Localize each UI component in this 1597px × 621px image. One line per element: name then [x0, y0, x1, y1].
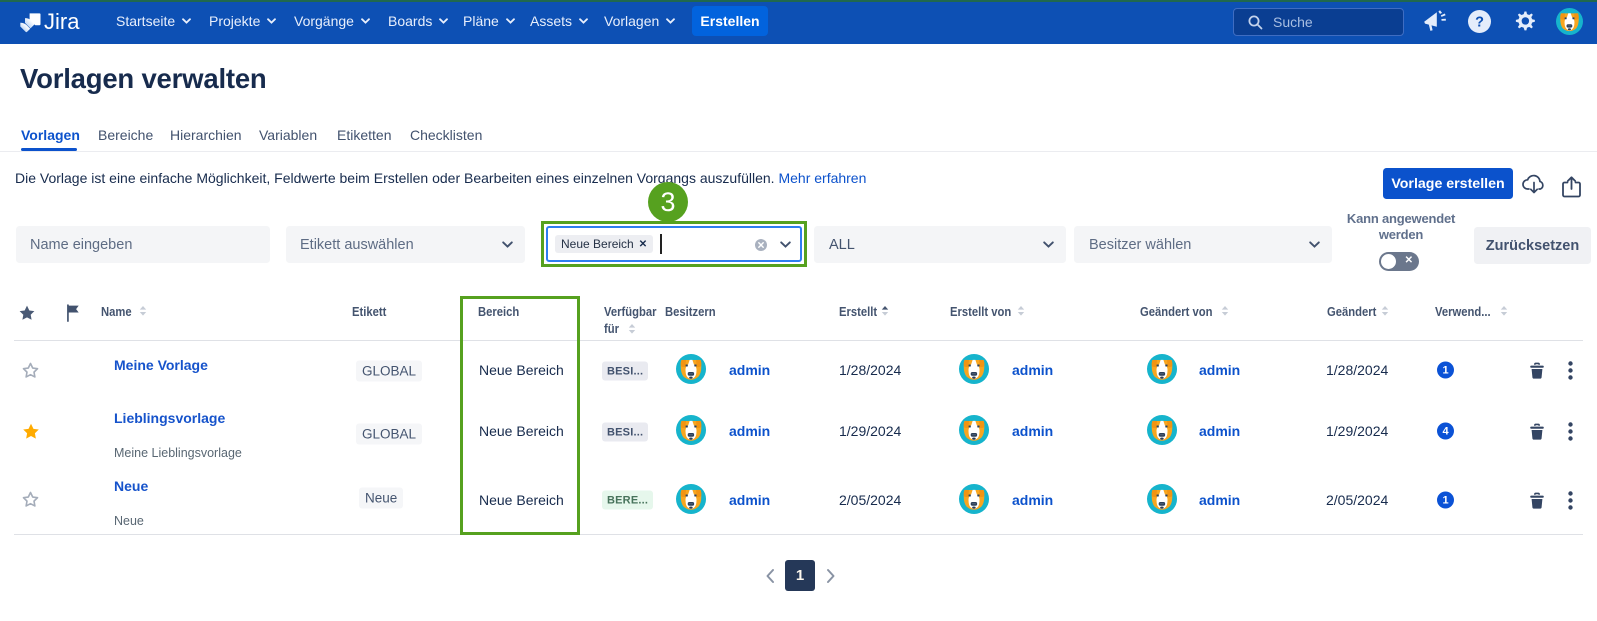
svg-text:?: ? — [1475, 15, 1484, 31]
